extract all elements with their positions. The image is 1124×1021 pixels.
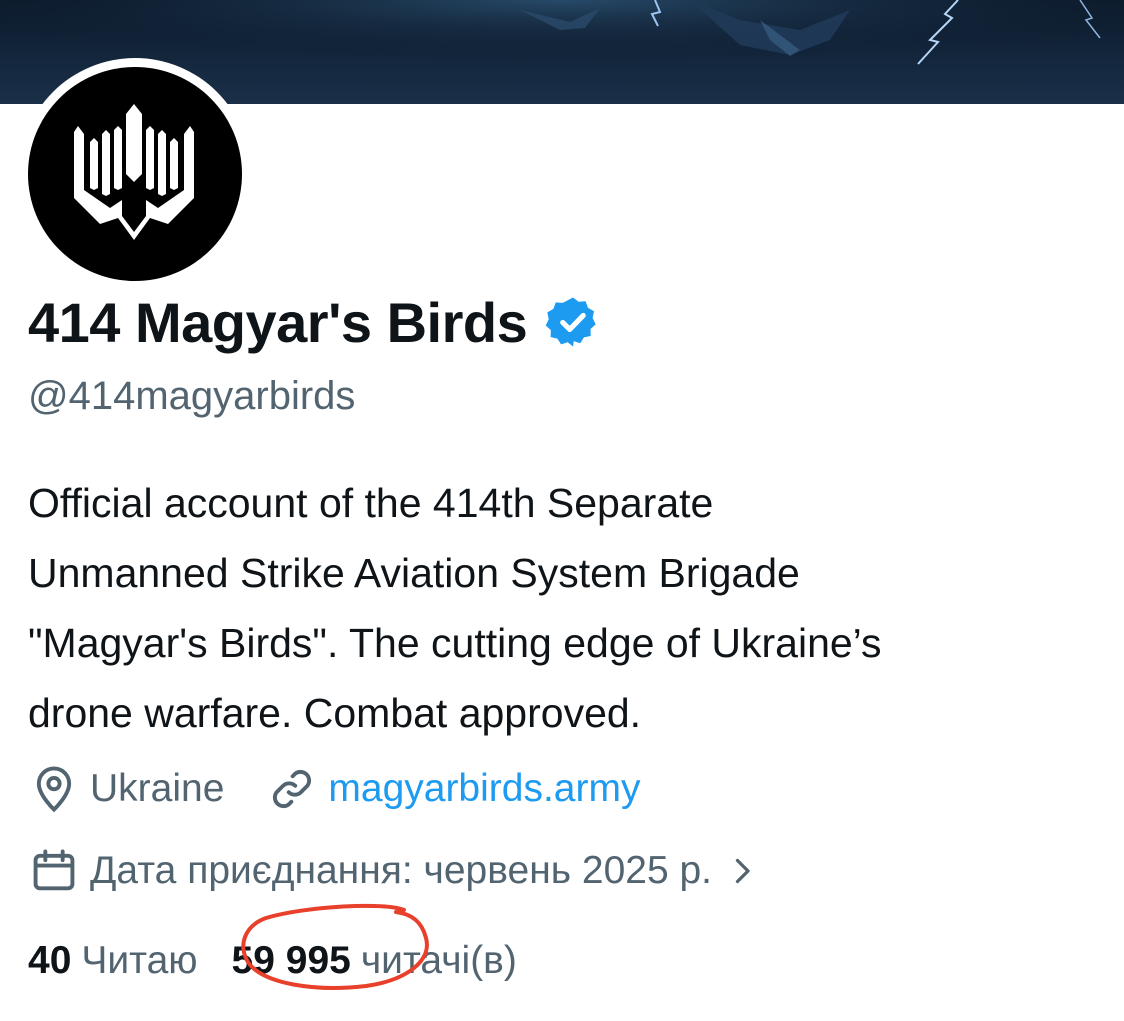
bio-line: drone warfare. Combat approved. (28, 690, 642, 736)
bio-line: "Magyar's Birds". The cutting edge of Uk… (28, 620, 882, 666)
following-count: 40 (28, 939, 72, 982)
name-row: 414 Magyar's Birds (28, 282, 601, 362)
website-link[interactable]: magyarbirds.army (328, 767, 640, 811)
display-name: 414 Magyar's Birds (28, 290, 528, 354)
following-label: Читаю (81, 939, 198, 982)
highlight-circle-annotation (241, 903, 429, 990)
location-text: Ukraine (90, 767, 225, 810)
link-icon (273, 769, 312, 809)
joined-date: Дата приєднання: червень 2025 р. (90, 849, 713, 892)
bio-line: Unmanned Strike Aviation System Brigade (28, 550, 800, 596)
chevron-right-icon[interactable] (724, 853, 760, 889)
profile-bio: Official account of the 414th Separate U… (28, 468, 1108, 748)
profile-page: 414 Magyar's Birds @414magyarbirds Offic… (0, 0, 1124, 1021)
avatar[interactable] (28, 67, 242, 281)
following-stat[interactable]: 40 Читаю (28, 939, 198, 983)
joined-row[interactable]: Дата приєднання: червень 2025 р. (28, 842, 760, 900)
verified-badge-icon[interactable] (545, 294, 601, 350)
bio-line: Official account of the 414th Separate (28, 480, 714, 526)
profile-meta-row: Ukraine magyarbirds.army (28, 760, 640, 818)
calendar-icon (33, 849, 75, 891)
trident-logo-icon (74, 104, 194, 240)
location-pin-icon (36, 766, 72, 813)
profile-handle: @414magyarbirds (28, 374, 356, 418)
